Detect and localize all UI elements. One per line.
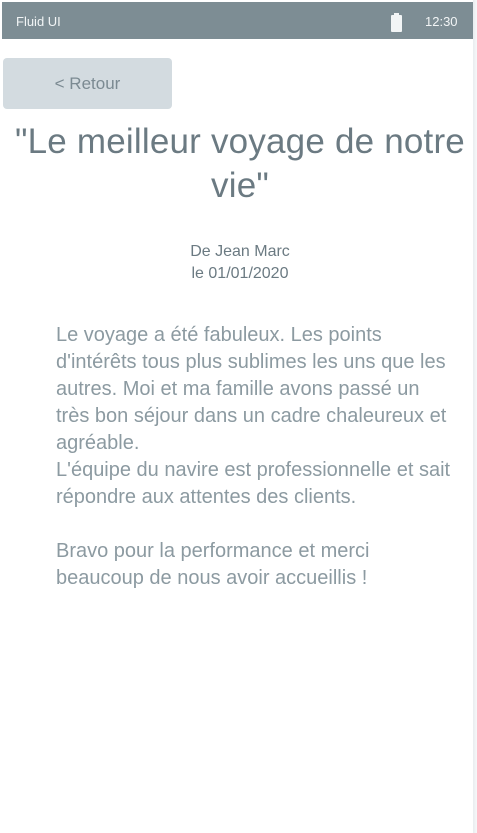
review-paragraph: Bravo pour la performance et merci beauc… [56, 540, 370, 589]
status-bar: Fluid UI 12:30 [2, 2, 473, 39]
review-detail-screen: Fluid UI 12:30 < Retour "Le meilleur voy… [0, 0, 473, 833]
review-date: le 01/01/2020 [191, 265, 289, 282]
battery-full-icon [391, 13, 402, 32]
review-meta: De Jean Marc le 01/01/2020 [40, 241, 440, 285]
back-button[interactable]: < Retour [3, 58, 172, 109]
status-time: 12:30 [425, 14, 458, 29]
battery-body [391, 15, 402, 32]
review-paragraph: Le voyage a été fabuleux. Les points d'i… [56, 324, 451, 508]
review-body: Le voyage a été fabuleux. Les points d'i… [56, 322, 456, 592]
app-name: Fluid UI [16, 14, 61, 29]
edge-shadow [473, 0, 477, 833]
review-author: De Jean Marc [190, 243, 290, 260]
review-title: "Le meilleur voyage de notre vie" [15, 122, 465, 205]
